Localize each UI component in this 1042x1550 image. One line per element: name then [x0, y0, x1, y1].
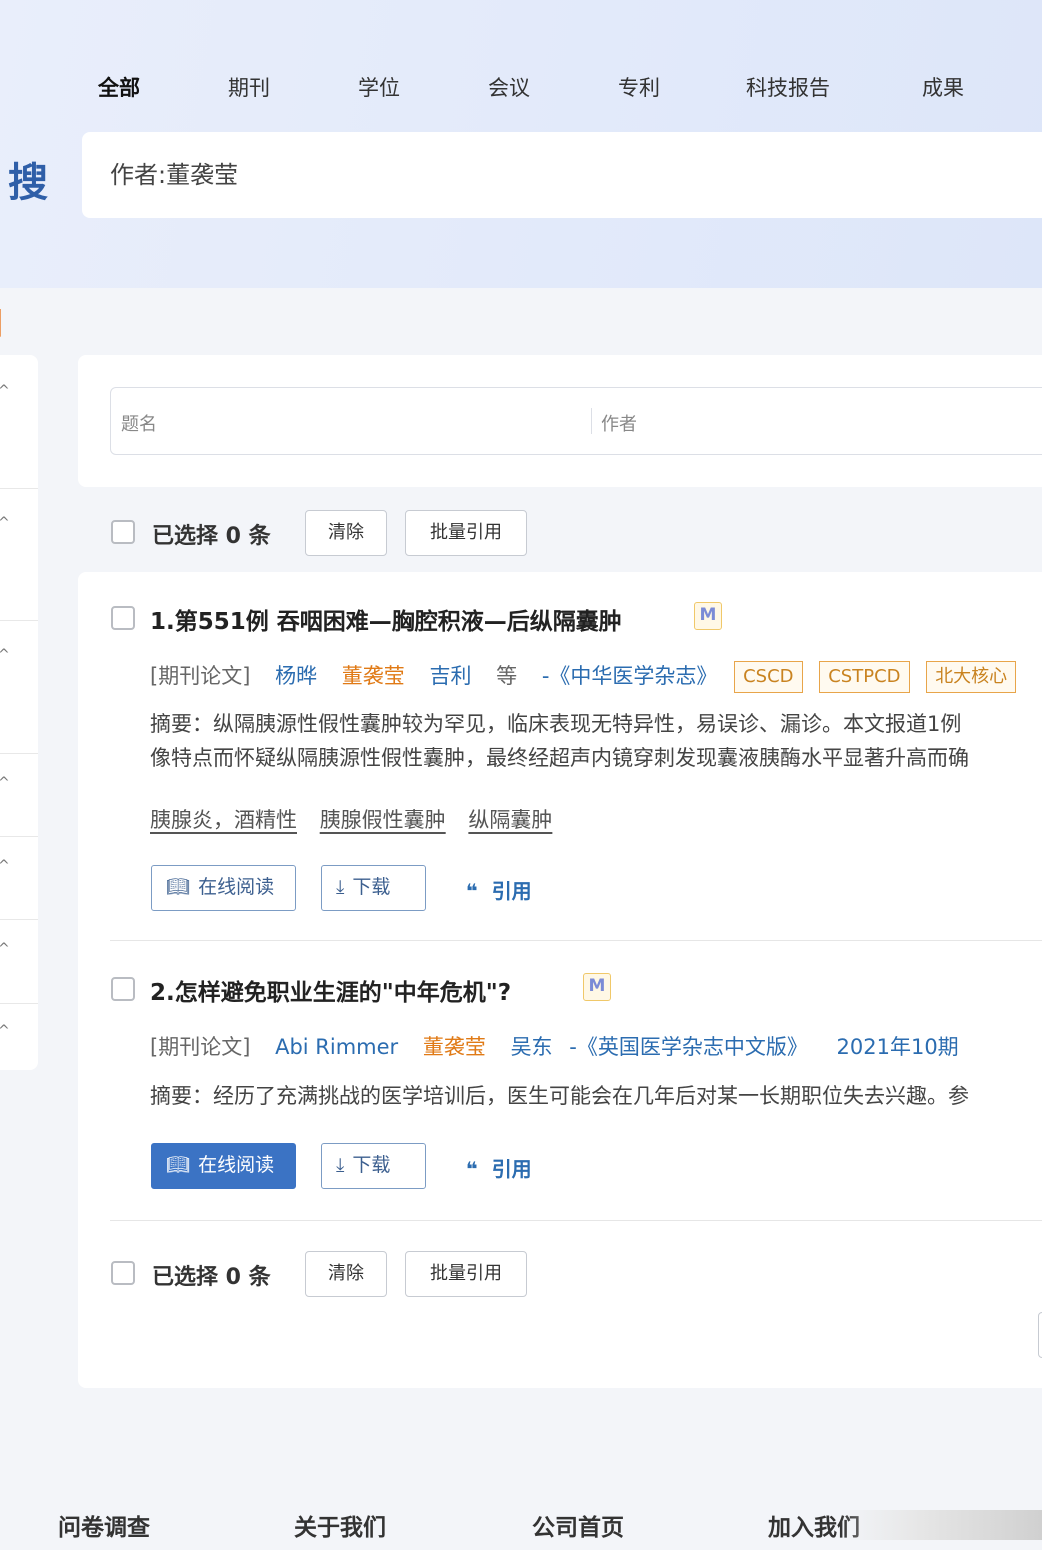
batch-cite-button[interactable]: 批量引用: [405, 510, 527, 556]
result-title[interactable]: 1.第551例 吞咽困难—胸腔积液—后纵隔囊肿: [150, 602, 622, 636]
keyword-link[interactable]: 胰腺假性囊肿: [320, 808, 446, 832]
result-divider: [110, 940, 1042, 941]
result-checkbox[interactable]: [111, 606, 135, 630]
abstract: 摘要：纵隔胰源性假性囊肿较为罕见，临床表现无特异性，易误诊、漏诊。本文报道1例 …: [150, 708, 969, 775]
cite-label: 引用: [491, 1157, 532, 1181]
cite-button[interactable]: ❝ 引用: [466, 875, 532, 904]
download-label: 下载: [352, 876, 391, 898]
tab-tech-report[interactable]: 科技报告: [746, 72, 830, 102]
author-link[interactable]: 吴东: [511, 1035, 553, 1059]
edge-fade: [840, 1510, 1042, 1540]
tab-all[interactable]: 全部: [98, 72, 140, 102]
search-logo: 搜: [8, 160, 48, 206]
divider: [0, 753, 38, 754]
read-online-label: 在线阅读: [198, 876, 275, 898]
footer-link-about[interactable]: 关于我们: [294, 1508, 386, 1542]
selected-count: 已选择 0 条: [152, 524, 271, 549]
footer-link-survey[interactable]: 问卷调查: [58, 1508, 150, 1542]
keywords: 胰腺炎，酒精性 胰腺假性囊肿 纵隔囊肿: [150, 804, 568, 834]
doc-type: [期刊论文]: [150, 664, 251, 688]
advanced-filter: 题名 作者: [78, 355, 1042, 487]
divider: [0, 1003, 38, 1004]
divider: [0, 919, 38, 920]
result-divider: [110, 1220, 1042, 1221]
result-meta: [期刊论文] Abi Rimmer 董袭莹 吴东 -《英国医学杂志中文版》 20…: [150, 1031, 959, 1061]
book-icon: 📖︎: [166, 876, 191, 898]
abstract: 摘要：经历了充满挑战的医学培训后，医生可能会在几年后对某一长期职位失去兴趣。参: [150, 1080, 969, 1114]
search-box: [82, 132, 1042, 218]
m-badge-icon: M: [694, 602, 722, 630]
batch-cite-button[interactable]: 批量引用: [405, 1251, 527, 1297]
index-tag: 北大核心: [926, 661, 1017, 693]
doc-type: [期刊论文]: [150, 1035, 251, 1059]
download-icon: ⤓: [336, 876, 345, 898]
chevron-icon[interactable]: ^: [0, 775, 10, 791]
clear-button[interactable]: 清除: [305, 510, 387, 556]
abstract-line: 摘要：纵隔胰源性假性囊肿较为罕见，临床表现无特异性，易误诊、漏诊。本文报道1例: [150, 712, 962, 736]
keyword-link[interactable]: 纵隔囊肿: [468, 808, 552, 832]
result-meta: [期刊论文] 杨晔 董袭莹 吉利 等 -《中华医学杂志》 CSCD CSTPCD…: [150, 660, 1042, 693]
tab-patent[interactable]: 专利: [618, 72, 660, 102]
tab-achievement[interactable]: 成果: [922, 72, 964, 102]
download-label: 下载: [352, 1154, 391, 1176]
author-link[interactable]: 杨晔: [275, 664, 317, 688]
footer-link-home[interactable]: 公司首页: [532, 1508, 624, 1542]
quote-icon: ❝: [466, 1157, 478, 1181]
journal-link[interactable]: -《英国医学杂志中文版》: [569, 1035, 808, 1059]
author-link[interactable]: Abi Rimmer: [275, 1035, 398, 1059]
download-icon: ⤓: [336, 1154, 345, 1176]
abstract-line: 像特点而怀疑纵隔胰源性假性囊肿，最终经超声内镜穿刺发现囊液胰酶水平显著升高而确: [150, 745, 969, 770]
filter-row: 题名 作者: [110, 387, 1042, 455]
category-tabs: 全部 期刊 学位 会议 专利 科技报告 成果: [0, 72, 1042, 108]
divider: [0, 488, 38, 489]
facet-sidebar: ^ ^ ^ ^ ^ ^ ^: [0, 355, 38, 1070]
chevron-icon[interactable]: ^: [0, 515, 10, 531]
index-tag: CSTPCD: [819, 661, 910, 693]
issue-date[interactable]: 2021年10期: [837, 1035, 959, 1059]
chevron-icon[interactable]: ^: [0, 383, 10, 399]
search-input[interactable]: [110, 158, 910, 186]
cite-button[interactable]: ❝ 引用: [466, 1153, 532, 1182]
author-link[interactable]: 董袭莹: [342, 664, 405, 688]
author-link[interactable]: 吉利: [429, 664, 471, 688]
tab-conference[interactable]: 会议: [488, 72, 530, 102]
selected-count: 已选择 0 条: [152, 1265, 271, 1290]
chevron-icon[interactable]: ^: [0, 1023, 10, 1039]
abstract-line: 摘要：经历了充满挑战的医学培训后，医生可能会在几年后对某一长期职位失去兴趣。参: [150, 1084, 969, 1108]
chevron-icon[interactable]: ^: [0, 941, 10, 957]
read-online-button[interactable]: 📖︎ 在线阅读: [151, 1143, 296, 1189]
download-button[interactable]: ⤓ 下载: [321, 865, 426, 911]
result-checkbox[interactable]: [111, 977, 135, 1001]
tab-degree[interactable]: 学位: [358, 72, 400, 102]
read-online-label: 在线阅读: [198, 1154, 275, 1176]
chevron-icon[interactable]: ^: [0, 858, 10, 874]
divider: [0, 836, 38, 837]
download-button[interactable]: ⤓ 下载: [321, 1143, 426, 1189]
author-etc: 等: [496, 664, 518, 688]
title-filter-input[interactable]: 题名: [121, 410, 157, 436]
pagination-button[interactable]: [1038, 1312, 1042, 1358]
divider: [591, 408, 592, 434]
clear-button[interactable]: 清除: [305, 1251, 387, 1297]
divider: [0, 620, 38, 621]
author-filter-input[interactable]: 作者: [601, 410, 637, 436]
index-tag: CSCD: [734, 661, 803, 693]
chevron-icon[interactable]: ^: [0, 647, 10, 663]
journal-link[interactable]: -《中华医学杂志》: [542, 664, 718, 688]
tab-journal[interactable]: 期刊: [228, 72, 270, 102]
keyword-link[interactable]: 胰腺炎，酒精性: [150, 808, 297, 832]
read-online-button[interactable]: 📖︎ 在线阅读: [151, 865, 296, 911]
select-all-checkbox[interactable]: [111, 520, 135, 544]
book-icon: 📖︎: [166, 1154, 191, 1176]
select-all-checkbox[interactable]: [111, 1261, 135, 1285]
cite-label: 引用: [491, 879, 532, 903]
author-link[interactable]: 董袭莹: [423, 1035, 486, 1059]
result-title[interactable]: 2.怎样避免职业生涯的"中年危机"?: [150, 973, 511, 1007]
m-badge-icon: M: [583, 973, 611, 1001]
quote-icon: ❝: [466, 879, 478, 903]
orange-mark: |: [0, 304, 4, 338]
